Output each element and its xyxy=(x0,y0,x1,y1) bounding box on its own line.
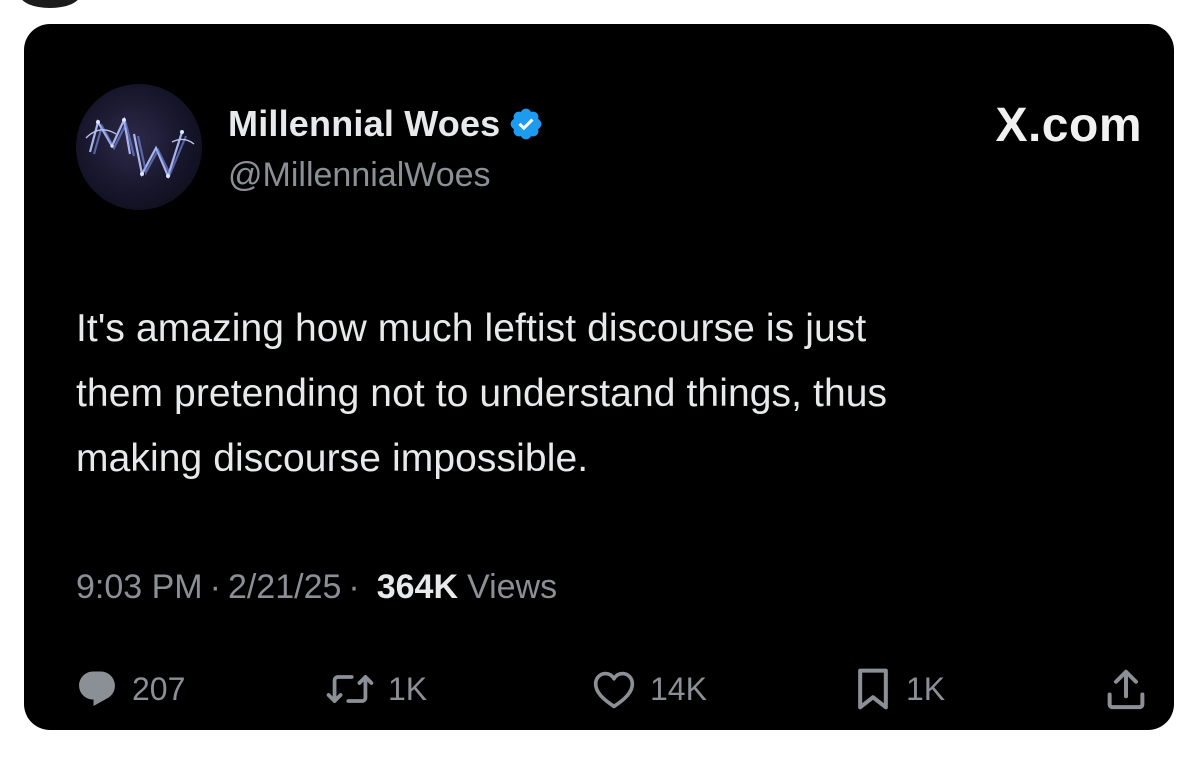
repost-button[interactable]: 1K xyxy=(326,662,427,716)
tweet-text-line: It's amazing how much leftist discourse … xyxy=(76,307,867,350)
repost-icon xyxy=(326,675,374,703)
like-count: 14K xyxy=(650,670,707,707)
share-icon xyxy=(1107,669,1145,710)
x-com-logo-text: X.com xyxy=(995,99,1142,152)
reply-icon xyxy=(79,671,115,706)
avatar[interactable] xyxy=(76,84,202,210)
tweet-metadata: 9:03 PM · 2/21/25 · 364K Views xyxy=(76,568,557,607)
author-display-name[interactable]: Millennial Woes xyxy=(228,103,500,145)
screenshot-page: Millennial Woes @MillennialWoes X.com It… xyxy=(0,0,1200,759)
tweet-text-line: making discourse impossible. xyxy=(76,437,589,480)
author-handle[interactable]: @MillennialWoes xyxy=(228,156,491,195)
repost-count: 1K xyxy=(388,670,428,707)
bookmark-icon xyxy=(858,668,888,710)
meta-separator: · xyxy=(348,568,360,606)
author-name-row[interactable]: Millennial Woes xyxy=(228,102,544,146)
tweet-time[interactable]: 9:03 PM xyxy=(76,568,203,607)
verified-badge-icon xyxy=(511,108,542,140)
reply-button[interactable]: 207 xyxy=(76,662,185,716)
tweet-card: Millennial Woes @MillennialWoes X.com It… xyxy=(24,24,1174,730)
tweet-text: It's amazing how much leftist discourse … xyxy=(76,296,1156,491)
action-bar: 207 1K 14K 1K xyxy=(76,662,1166,716)
reply-count: 207 xyxy=(132,670,186,707)
like-button[interactable]: 14K xyxy=(592,662,707,716)
views-count[interactable]: 364K xyxy=(377,568,458,607)
bookmark-button[interactable]: 1K xyxy=(854,662,945,716)
share-button[interactable] xyxy=(1106,662,1146,716)
tweet-text-line: them pretending not to understand things… xyxy=(76,372,888,415)
views-label: Views xyxy=(467,568,558,606)
bookmark-count: 1K xyxy=(906,670,946,707)
heart-icon xyxy=(593,671,635,709)
tweet-date[interactable]: 2/21/25 xyxy=(228,568,341,607)
meta-separator: · xyxy=(209,568,221,606)
avatar-monogram-logo xyxy=(85,116,195,180)
cropped-edge-shape xyxy=(20,0,80,8)
